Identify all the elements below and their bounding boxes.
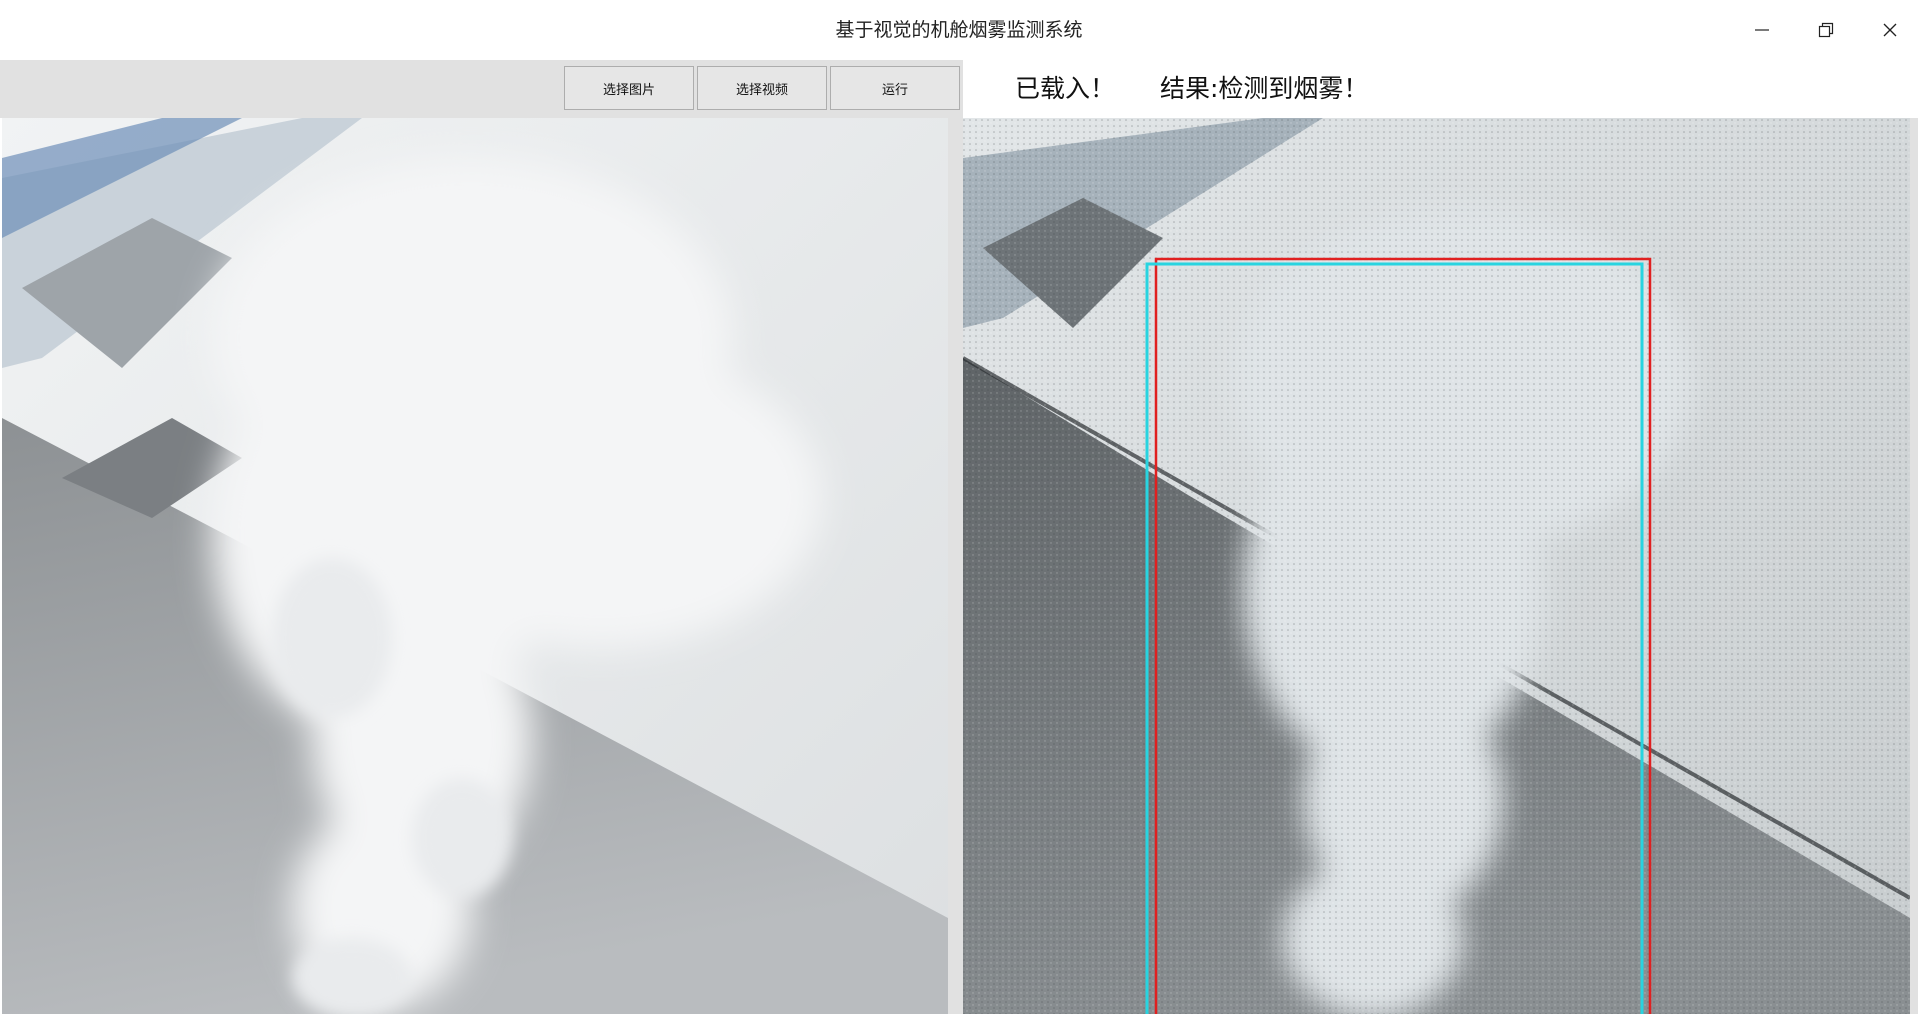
title-bar: 基于视觉的机舱烟雾监测系统 xyxy=(0,0,1918,60)
window-title: 基于视觉的机舱烟雾监测系统 xyxy=(835,19,1083,41)
load-status-label: 已载入！ xyxy=(1015,74,1116,103)
maximize-button[interactable] xyxy=(1794,0,1858,60)
smoke-photo-processed xyxy=(963,118,1910,1014)
panel-divider xyxy=(948,118,963,1014)
minimize-button[interactable] xyxy=(1730,0,1794,60)
restore-icon xyxy=(1818,22,1834,38)
window-edge xyxy=(1910,118,1918,1014)
detection-image-panel xyxy=(963,118,1910,1014)
minimize-icon xyxy=(1755,29,1769,31)
original-image-panel xyxy=(2,118,948,1014)
smoke-photo xyxy=(2,118,948,1014)
select-image-button[interactable]: 选择图片 xyxy=(564,66,694,110)
close-button[interactable] xyxy=(1858,0,1918,60)
close-icon xyxy=(1883,23,1897,37)
select-video-button[interactable]: 选择视频 xyxy=(697,66,827,110)
run-button[interactable]: 运行 xyxy=(830,66,960,110)
detection-result-label: 结果:检测到烟雾！ xyxy=(1160,74,1369,103)
